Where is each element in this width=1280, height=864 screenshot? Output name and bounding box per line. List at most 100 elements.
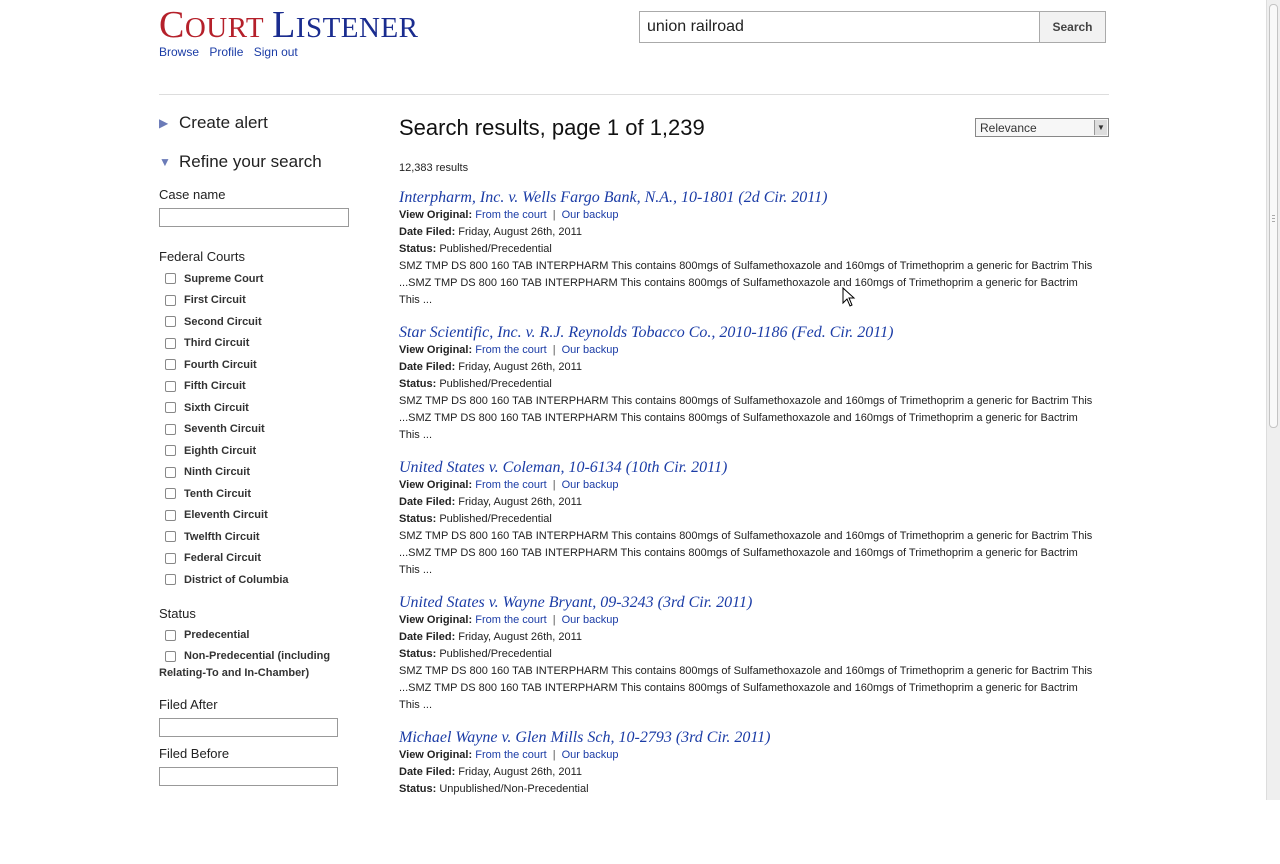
court-option[interactable]: Tenth Circuit [159,483,379,505]
court-option[interactable]: Fifth Circuit [159,376,379,398]
results-panel: Search results, page 1 of 1,239 Relevanc… [399,110,1109,864]
status-value: Unpublished/Non-Precedential [439,783,589,795]
our-backup-link[interactable]: Our backup [562,344,619,356]
court-option[interactable]: Fourth Circuit [159,354,379,376]
checkbox[interactable] [165,294,176,306]
from-court-link[interactable]: From the court [475,614,547,626]
result-item: Interpharm, Inc. v. Wells Fargo Bank, N.… [399,189,1109,324]
date-filed-value: Friday, August 26th, 2011 [458,496,583,508]
checkbox-label: Federal Circuit [184,552,262,565]
checkbox[interactable] [165,337,176,349]
checkbox[interactable] [165,629,176,641]
status-row: Status: Published/Precedential [399,241,1109,258]
checkbox[interactable] [165,488,176,500]
checkbox[interactable] [165,509,176,521]
result-item: Star Scientific, Inc. v. R.J. Reynolds T… [399,324,1109,459]
our-backup-link[interactable]: Our backup [562,749,619,761]
result-title-link[interactable]: Interpharm, Inc. v. Wells Fargo Bank, N.… [399,189,1109,207]
filed-after-input[interactable] [159,718,338,737]
result-title-link[interactable]: Michael Wayne v. Glen Mills Sch, 10-2793… [399,729,1109,747]
case-name-label: Case name [159,187,226,202]
our-backup-link[interactable]: Our backup [562,479,619,491]
search-button[interactable]: Search [1039,11,1106,43]
checkbox-label: District of Columbia [184,573,289,586]
scrollbar-thumb[interactable] [1269,4,1278,428]
result-title-link[interactable]: United States v. Coleman, 10-6134 (10th … [399,459,1109,477]
date-filed-label: Date Filed: [399,496,456,508]
checkbox[interactable] [165,531,176,543]
checkbox[interactable] [165,423,176,435]
court-option[interactable]: Third Circuit [159,333,379,355]
our-backup-link[interactable]: Our backup [562,614,619,626]
result-title-link[interactable]: United States v. Wayne Bryant, 09-3243 (… [399,594,1109,612]
search-input[interactable] [639,11,1040,43]
nav-signout-link[interactable]: Sign out [254,45,298,59]
status-label: Status: [399,648,437,660]
triangle-right-icon: ▶ [159,116,169,130]
filed-before-input[interactable] [159,767,338,786]
result-snippet: SMZ TMP DS 800 160 TAB INTERPHARM This c… [399,530,1093,576]
sort-select[interactable]: Relevance ▼ [975,118,1109,137]
our-backup-link[interactable]: Our backup [562,209,619,221]
checkbox[interactable] [165,574,176,586]
court-option[interactable]: Eighth Circuit [159,440,379,462]
site-logo[interactable]: COURT LISTENER [159,6,419,44]
checkbox-label: Eleventh Circuit [184,509,268,522]
court-option[interactable]: Seventh Circuit [159,419,379,441]
court-option[interactable]: Eleventh Circuit [159,505,379,527]
top-nav: Browse Profile Sign out [159,45,305,59]
mouse-pointer-icon [842,287,856,307]
view-original-label: View Original: [399,209,473,221]
from-court-link[interactable]: From the court [475,749,547,761]
checkbox[interactable] [165,651,176,662]
checkbox-label: Tenth Circuit [184,487,252,500]
dropdown-arrow-icon: ▼ [1094,120,1107,135]
from-court-link[interactable]: From the court [475,209,547,221]
court-option[interactable]: Second Circuit [159,311,379,333]
checkbox[interactable] [165,380,176,392]
checkbox[interactable] [165,359,176,371]
link-separator: | [552,344,556,356]
court-option[interactable]: Supreme Court [159,268,379,290]
result-title-link[interactable]: Star Scientific, Inc. v. R.J. Reynolds T… [399,324,1109,342]
case-name-input[interactable] [159,208,349,227]
result-snippet: SMZ TMP DS 800 160 TAB INTERPHARM This c… [399,260,1093,306]
checkbox[interactable] [165,273,176,285]
sidebar: ▶ Create alert ▼ Refine your search Case… [159,108,379,786]
checkbox[interactable] [165,402,176,414]
from-court-link[interactable]: From the court [475,479,547,491]
status-predecential-option[interactable]: Predecential [159,625,379,647]
status-nonprecedential-option[interactable]: Non-Predecential (including Relating-To a… [159,646,379,682]
nav-profile-link[interactable]: Profile [209,45,243,59]
date-filed-row: Date Filed: Friday, August 26th, 2011 [399,224,1109,241]
court-option[interactable]: Federal Circuit [159,548,379,570]
checkbox[interactable] [165,445,176,457]
checkbox[interactable] [165,552,176,564]
date-filed-label: Date Filed: [399,361,456,373]
status-label: Status: [399,378,437,390]
checkbox[interactable] [165,316,176,328]
court-option[interactable]: Ninth Circuit [159,462,379,484]
date-filed-value: Friday, August 26th, 2011 [458,226,583,238]
from-court-link[interactable]: From the court [475,344,547,356]
checkbox-label: Seventh Circuit [184,423,265,436]
checkbox[interactable] [165,466,176,478]
court-option[interactable]: First Circuit [159,290,379,312]
court-option[interactable]: Twelfth Circuit [159,526,379,548]
result-count: 12,383 results [399,162,469,174]
nav-browse-link[interactable]: Browse [159,45,199,59]
checkbox-label: First Circuit [184,294,246,307]
refine-search-toggle[interactable]: ▼ Refine your search [159,147,379,177]
status-value: Published/Precedential [439,648,552,660]
court-option[interactable]: Sixth Circuit [159,397,379,419]
create-alert-label: Create alert [179,113,268,132]
vertical-scrollbar[interactable] [1266,0,1280,800]
status-row: Status: Published/Precedential [399,376,1109,393]
view-original-row: View Original: From the court | Our backup [399,612,1109,629]
court-option[interactable]: District of Columbia [159,569,379,591]
create-alert-toggle[interactable]: ▶ Create alert [159,108,379,138]
status-label: Status: [399,783,437,795]
view-original-row: View Original: From the court | Our backup [399,207,1109,224]
date-filed-label: Date Filed: [399,766,456,778]
link-separator: | [552,749,556,761]
